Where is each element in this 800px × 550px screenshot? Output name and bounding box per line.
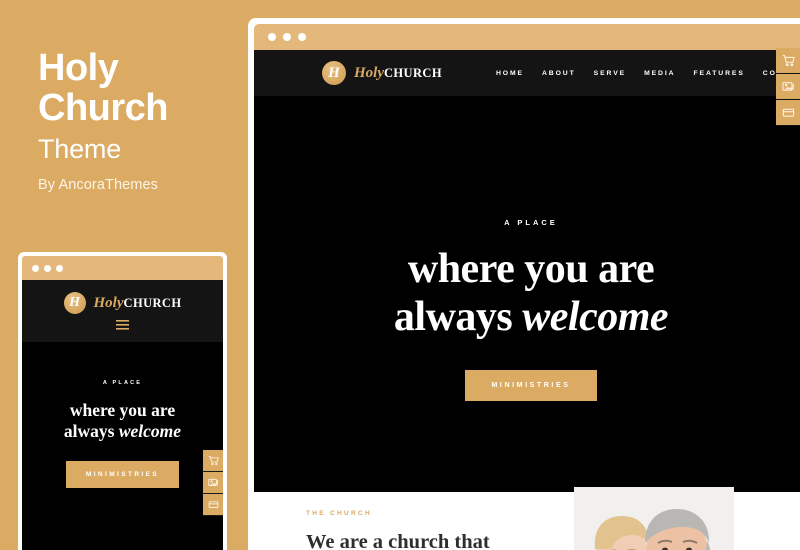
mobile-logo[interactable]: H HolyCHURCH — [63, 292, 182, 314]
mobile-hamburger-menu-icon[interactable] — [116, 320, 129, 330]
logo-word-caps: CHURCH — [384, 65, 442, 80]
mobile-logo-word-script: Holy — [93, 294, 124, 311]
mobile-logo-text: HolyCHURCH — [94, 295, 182, 312]
mobile-chrome-dot-3[interactable] — [56, 264, 63, 272]
about-eyebrow: THE CHURCH — [306, 510, 372, 517]
about-heading-line-1: We are a church that — [306, 531, 490, 550]
mobile-logo-word-caps: CHURCH — [123, 295, 182, 310]
mobile-hero-heading: where you are always welcome — [64, 400, 181, 441]
about-text-block: THE CHURCH We are a church that believes… — [306, 510, 556, 550]
about-section: THE CHURCH We are a church that believes… — [254, 487, 800, 550]
logo-word-script: Holy — [354, 64, 384, 81]
mobile-logo-monogram-icon: H — [63, 292, 86, 314]
site-logo[interactable]: H HolyCHURCH — [322, 61, 442, 85]
browser-chrome-bar — [254, 24, 800, 50]
hero-heading-line-2-italic: welcome — [522, 294, 669, 341]
mobile-browser-chrome — [22, 256, 223, 280]
nav-item-about[interactable]: ABOUT — [542, 70, 576, 77]
screenshot-stage: Holy Church Theme By AncoraThemes H Holy… — [0, 0, 800, 550]
rail-cart-button[interactable] — [776, 48, 800, 74]
mobile-chrome-dot-1[interactable] — [32, 264, 39, 272]
mobile-mockup: H HolyCHURCH A PLACE where you are alway… — [18, 252, 227, 550]
mobile-hero-heading-line-2-italic: welcome — [118, 420, 182, 441]
mobile-chrome-dot-2[interactable] — [44, 264, 51, 272]
logo-text: HolyCHURCH — [354, 65, 442, 82]
mobile-side-rail — [203, 450, 223, 516]
rail-folder-layout-button[interactable] — [776, 100, 800, 126]
about-couple-photo — [574, 487, 734, 550]
site-header: H HolyCHURCH HOME ABOUT SERVE MEDIA FEAT… — [254, 50, 800, 96]
nav-item-serve[interactable]: SERVE — [594, 70, 626, 77]
hero-ministries-button[interactable]: MINIMISTRIES — [465, 369, 597, 401]
mobile-site-header: H HolyCHURCH — [22, 280, 223, 342]
mobile-page-content: H HolyCHURCH A PLACE where you are alway… — [22, 280, 223, 550]
logo-monogram-icon: H — [322, 61, 346, 85]
hero-eyebrow: A PLACE — [504, 218, 558, 227]
nav-item-features[interactable]: FEATURES — [693, 70, 744, 77]
browser-page-content: H HolyCHURCH HOME ABOUT SERVE MEDIA FEAT… — [254, 50, 800, 550]
browser-chrome-dot-3[interactable] — [298, 33, 306, 41]
promo-subtitle: Theme — [38, 134, 122, 164]
mobile-hero-heading-line-1: where you are — [69, 400, 176, 420]
mobile-rail-image-window-button[interactable] — [203, 472, 223, 494]
promo-author: By AncoraThemes — [38, 177, 158, 193]
hero-heading-line-1: where you are — [407, 246, 655, 292]
mobile-hero-eyebrow: A PLACE — [102, 380, 143, 386]
mobile-rail-folder-layout-button[interactable] — [203, 494, 223, 516]
side-rail — [776, 48, 800, 126]
hero-section: A PLACE where you are always welcome MIN… — [254, 96, 800, 492]
about-heading: We are a church that believes in Jesus & — [306, 529, 556, 550]
nav-item-media[interactable]: MEDIA — [644, 70, 675, 77]
rail-image-window-button[interactable] — [776, 74, 800, 100]
hero-heading: where you are always welcome — [393, 245, 669, 342]
hero-heading-line-2-plain: always — [393, 294, 523, 341]
browser-chrome-dot-2[interactable] — [283, 33, 291, 41]
promo-title: Holy Church — [38, 47, 169, 130]
mobile-rail-cart-button[interactable] — [203, 450, 223, 472]
mobile-hero-heading-line-2-plain: always — [63, 420, 119, 441]
nav-item-home[interactable]: HOME — [496, 70, 524, 77]
site-navigation: HOME ABOUT SERVE MEDIA FEATURES CONTACTS — [496, 70, 800, 77]
desktop-browser-mockup: H HolyCHURCH HOME ABOUT SERVE MEDIA FEAT… — [248, 18, 800, 550]
mobile-hero-section: A PLACE where you are always welcome MIN… — [22, 342, 223, 550]
mobile-hero-ministries-button[interactable]: MINIMISTRIES — [65, 461, 180, 489]
browser-chrome-dot-1[interactable] — [268, 33, 276, 41]
